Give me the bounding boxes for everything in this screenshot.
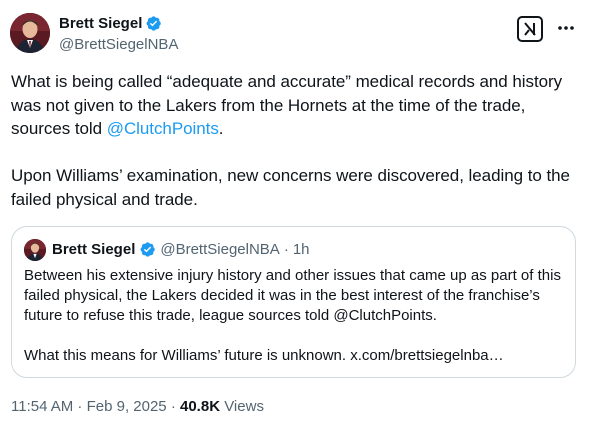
quoted-tweet[interactable]: Brett Siegel @BrettSiegelNBA · 1h Betwee… [11, 226, 576, 378]
author-display-name[interactable]: Brett Siegel [59, 14, 142, 33]
quoted-author-avatar [24, 239, 46, 261]
tweet-paragraph-1: What is being called “adequate and accur… [11, 70, 576, 141]
quoted-separator: · [283, 241, 289, 258]
tweet-text: . [218, 119, 224, 138]
tweet-paragraph-2: Upon Williams’ examination, new concerns… [11, 166, 570, 209]
views-label: Views [224, 398, 264, 415]
tweet-footer: 11:54 AM · Feb 9, 2025 · 40.8K Views [11, 397, 264, 416]
quoted-tweet-age: 1h [292, 241, 310, 258]
quoted-paragraph-1: Between his extensive injury history and… [24, 267, 561, 324]
tweet-text: What is being called “adequate and accur… [11, 72, 563, 138]
quoted-author-name: Brett Siegel [52, 241, 136, 258]
quoted-paragraph-2: What this means for Williams’ future is … [24, 347, 504, 364]
timestamp-link[interactable]: 11:54 AM · Feb 9, 2025 · [11, 398, 176, 415]
author-avatar[interactable] [10, 13, 50, 53]
grok-button[interactable] [517, 16, 543, 42]
author-handle[interactable]: @BrettSiegelNBA [59, 35, 178, 54]
quoted-tweet-body: Between his extensive injury history and… [24, 266, 564, 366]
quoted-tweet-header: Brett Siegel @BrettSiegelNBA · 1h [52, 240, 310, 259]
verified-badge-icon [140, 242, 156, 257]
verified-badge-icon [146, 16, 162, 31]
mention-link[interactable]: @ClutchPoints [107, 119, 219, 138]
grok-icon [524, 22, 536, 36]
more-options-icon[interactable] [556, 18, 576, 38]
views-count: 40.8K [180, 398, 221, 415]
author-name-row[interactable]: Brett Siegel [59, 14, 162, 33]
quoted-author-handle: @BrettSiegelNBA [160, 241, 280, 258]
tweet-body: What is being called “adequate and accur… [11, 70, 576, 211]
